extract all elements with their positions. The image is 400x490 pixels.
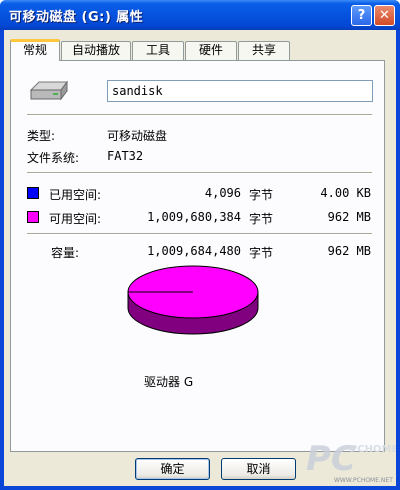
tab-hardware[interactable]: 硬件 (185, 41, 237, 60)
watermark-url: WWW.PCHOME.NET (334, 477, 393, 484)
filesystem-label: 文件系统: (27, 151, 80, 165)
svg-text:PC: PC (306, 439, 356, 479)
free-space-swatch (27, 211, 39, 223)
watermark-brand: PCHOME (350, 444, 396, 455)
tab-autoplay[interactable]: 自动播放 (61, 41, 131, 60)
title-bar[interactable]: 可移动磁盘 (G:) 属性 ? ✕ (0, 0, 400, 30)
window-title: 可移动磁盘 (G:) 属性 (9, 10, 144, 25)
dialog-client: 常规 自动播放 工具 硬件 共享 类型: 可移动磁盘 文件系统: FAT32 已… (4, 30, 396, 486)
general-panel: 类型: 可移动磁盘 文件系统: FAT32 已用空间: 4,096 字节 4.0… (10, 60, 385, 452)
help-button[interactable]: ? (351, 5, 372, 26)
used-space-label: 已用空间: (49, 188, 102, 202)
properties-window: 可移动磁盘 (G:) 属性 ? ✕ 常规 自动播放 工具 硬件 共享 类型: 可… (0, 0, 400, 490)
cancel-button[interactable]: 取消 (221, 458, 296, 480)
drive-label: 驱动器 G (144, 375, 194, 389)
used-space-bytes: 4,096 (204, 186, 241, 200)
free-space-unit: 字节 (249, 212, 274, 226)
pchome-logo: PC PCHOME WWW.PCHOME.NET (306, 439, 398, 484)
ok-button[interactable]: 确定 (135, 458, 210, 480)
free-space-label: 可用空间: (49, 212, 102, 226)
separator (27, 172, 372, 174)
separator (27, 114, 372, 116)
free-space-human: 962 MB (327, 210, 371, 224)
capacity-bytes: 1,009,684,480 (147, 244, 241, 258)
capacity-label: 容量: (51, 246, 80, 260)
used-space-unit: 字节 (249, 188, 274, 202)
removable-drive-icon (29, 80, 68, 101)
tab-general[interactable]: 常规 (10, 39, 60, 61)
free-space-bytes: 1,009,680,384 (147, 210, 241, 224)
used-space-swatch (27, 187, 39, 199)
tab-sharing[interactable]: 共享 (238, 41, 290, 60)
separator (27, 233, 372, 235)
volume-name-input[interactable] (107, 80, 373, 102)
type-value: 可移动磁盘 (107, 129, 168, 143)
pchome-watermark: PC PCHOME WWW.PCHOME.NET (300, 420, 398, 486)
tab-tools[interactable]: 工具 (132, 41, 184, 60)
disk-usage-pie (127, 265, 259, 335)
capacity-human: 962 MB (327, 244, 371, 258)
filesystem-value: FAT32 (107, 149, 144, 163)
used-space-human: 4.00 KB (320, 186, 371, 200)
close-button[interactable]: ✕ (374, 5, 395, 26)
capacity-unit: 字节 (249, 246, 274, 260)
type-label: 类型: (27, 129, 56, 143)
